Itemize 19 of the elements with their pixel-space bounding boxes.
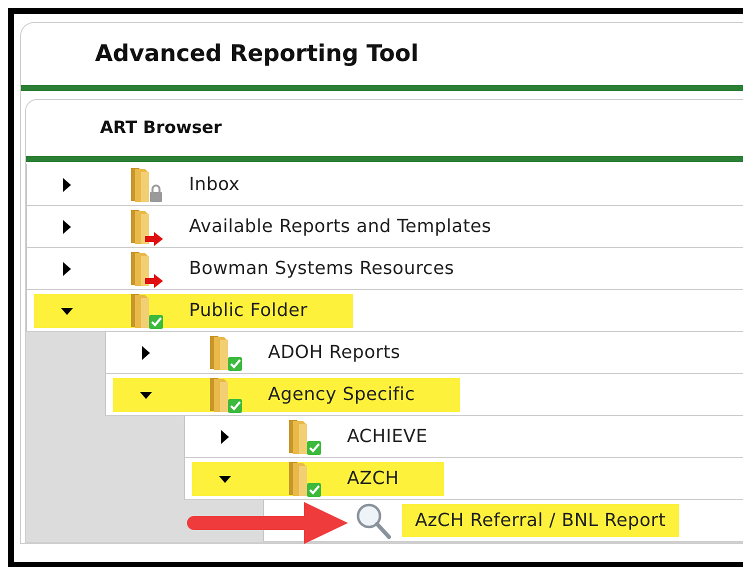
tree-row[interactable]: Inbox <box>34 168 285 202</box>
tree-row[interactable]: ADOH Reports <box>113 336 446 370</box>
highlighted-row[interactable]: AZCH <box>192 462 444 496</box>
panel-title: ART Browser <box>99 117 223 140</box>
tree-row[interactable]: Available Reports and Templates <box>34 210 536 244</box>
folder-label[interactable]: ACHIEVE <box>347 426 428 447</box>
folder-label[interactable]: Inbox <box>189 174 240 195</box>
tree-row[interactable]: Bowman Systems Resources <box>34 252 500 286</box>
folder-label[interactable]: Available Reports and Templates <box>189 216 492 237</box>
folder-label[interactable]: Bowman Systems Resources <box>189 258 454 279</box>
highlighted-row[interactable]: Public Folder <box>34 294 353 328</box>
page-title: Advanced Reporting Tool <box>94 40 420 69</box>
folder-label[interactable]: Public Folder <box>189 300 308 321</box>
tree-row[interactable]: ACHIEVE <box>192 420 473 454</box>
report-link[interactable]: AzCH Referral / BNL Report <box>402 504 679 537</box>
folder-label[interactable]: Agency Specific <box>268 384 416 405</box>
highlighted-row[interactable]: Agency Specific <box>113 378 460 412</box>
folder-label[interactable]: AZCH <box>347 468 399 489</box>
folder-label[interactable]: ADOH Reports <box>268 342 400 363</box>
